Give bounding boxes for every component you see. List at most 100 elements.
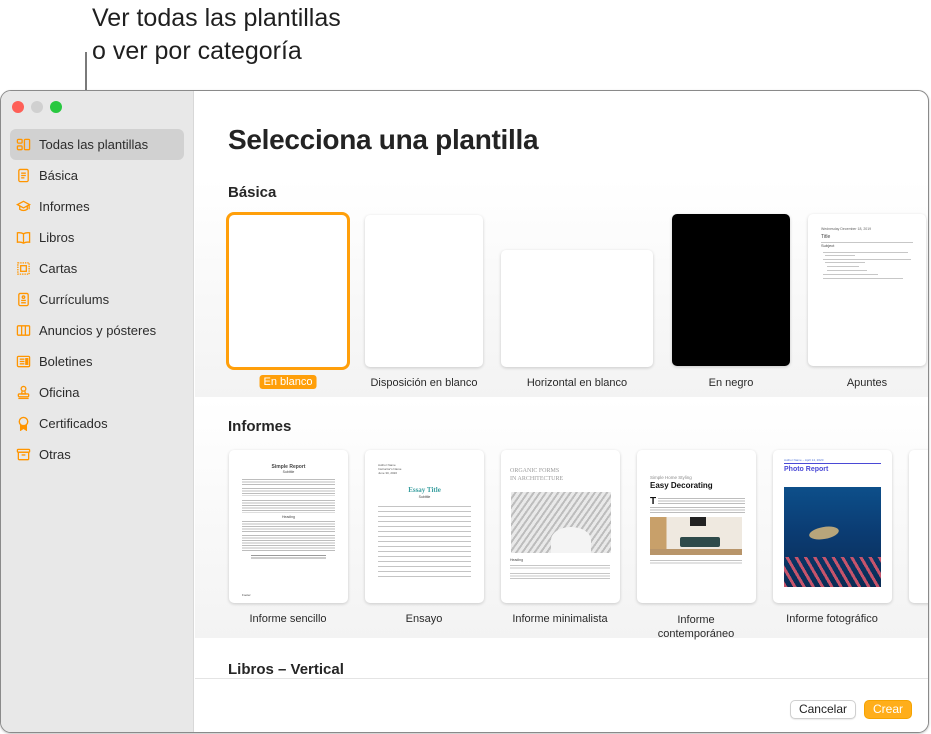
sidebar-item-label: Informes	[39, 199, 90, 214]
preview-title: Easy Decorating	[650, 481, 713, 490]
preview-text-line	[823, 274, 878, 275]
preview-text-line	[827, 270, 867, 271]
cancel-button[interactable]: Cancelar	[789, 700, 856, 719]
newsletter-icon	[15, 354, 31, 370]
preview-turtle	[808, 524, 840, 542]
sidebar: Todas las plantillas Básica Informes Lib…	[1, 91, 194, 732]
preview-paragraph	[650, 507, 745, 514]
preview-kicker: Simple Home Styling	[650, 475, 692, 480]
template-blank-landscape[interactable]	[501, 250, 653, 367]
preview-architecture-image	[511, 492, 611, 553]
sidebar-item-books[interactable]: Libros	[10, 222, 184, 253]
section-title: Básica	[228, 184, 277, 201]
template-minimalist-report[interactable]: ORGANIC FORMS IN ARCHITECTURE Heading	[501, 450, 620, 603]
callout-line-2: o ver por categoría	[92, 37, 302, 65]
minimize-window-button[interactable]	[31, 101, 43, 113]
preview-heading: Heading	[281, 515, 296, 519]
sidebar-item-basic[interactable]: Básica	[10, 160, 184, 191]
sidebar-item-label: Cartas	[39, 261, 78, 276]
preview-quote	[251, 555, 326, 560]
preview-image-detail	[551, 527, 591, 553]
sidebar-item-label: Anuncios y pósteres	[39, 323, 157, 338]
template-notes[interactable]: Wednesday December 18, 2019 Title Subjec…	[808, 214, 926, 366]
office-stamp-icon	[15, 385, 31, 401]
template-label: Horizontal en blanco	[526, 377, 628, 389]
sidebar-item-resumes[interactable]: Currículums	[10, 284, 184, 315]
template-label: Informe minimalista	[512, 613, 608, 625]
template-blank-layout[interactable]	[365, 215, 483, 367]
preview-title-line: IN ARCHITECTURE	[510, 476, 564, 482]
preview-paragraph	[510, 573, 610, 579]
template-label: En negro	[708, 377, 754, 389]
sidebar-item-label: Certificados	[39, 416, 108, 431]
template-label: Disposición en blanco	[370, 377, 478, 389]
stamp-letter-icon	[15, 261, 31, 277]
sidebar-item-certificates[interactable]: Certificados	[10, 408, 184, 439]
template-label: Informe contemporáneo	[657, 614, 735, 640]
template-blank[interactable]	[229, 215, 347, 367]
preview-text-line	[825, 262, 865, 263]
preview-image-sofa	[680, 537, 720, 547]
preview-paragraph	[510, 565, 610, 569]
template-black[interactable]	[672, 214, 790, 366]
preview-byline: Author Name – April 14, 2020	[784, 458, 824, 462]
poster-icon	[15, 323, 31, 339]
sidebar-item-other[interactable]: Otras	[10, 439, 184, 470]
sidebar-item-label: Currículums	[39, 292, 110, 307]
preview-paragraph	[242, 535, 335, 551]
preview-title-line: ORGANIC FORMS	[510, 468, 560, 474]
sidebar-item-label: Otras	[39, 447, 71, 462]
sidebar-item-newsletters[interactable]: Boletines	[10, 346, 184, 377]
section-books-portrait: Libros – Vertical El contenido puede reo…	[195, 647, 928, 681]
preview-image-floor	[650, 549, 742, 555]
preview-ocean-photo	[784, 487, 881, 587]
template-photo-report[interactable]: Author Name – April 14, 2020 Photo Repor…	[773, 450, 892, 603]
sidebar-item-label: Básica	[39, 168, 79, 183]
preview-text-line	[827, 266, 859, 267]
preview-title: Essay Title	[408, 486, 441, 494]
preview-text-line	[823, 259, 911, 260]
sidebar-item-reports[interactable]: Informes	[10, 191, 184, 222]
preview-title: Photo Report	[784, 466, 829, 473]
preview-paragraph	[242, 479, 335, 485]
archive-box-icon	[15, 447, 31, 463]
preview-subtitle: Subtitle	[418, 495, 431, 499]
preview-subtitle: Subtitle	[282, 470, 295, 474]
create-button[interactable]: Crear	[863, 700, 912, 719]
preview-dropcap: T	[650, 496, 657, 507]
sidebar-item-label: Libros	[39, 230, 75, 245]
preview-subject: Subject	[821, 243, 835, 248]
zoom-window-button[interactable]	[50, 101, 62, 113]
callout-line-1: Ver todas las plantillas	[92, 4, 341, 32]
preview-paragraph	[242, 500, 335, 513]
grid-icon	[15, 137, 31, 153]
preview-text-line	[825, 255, 855, 256]
preview-rule	[784, 463, 881, 464]
preview-title: ORGANIC FORMS IN ARCHITECTURE	[510, 467, 563, 483]
template-next-partial[interactable]	[909, 450, 928, 603]
sidebar-item-letters[interactable]: Cartas	[10, 253, 184, 284]
preview-fish	[784, 557, 881, 587]
window-controls	[12, 101, 62, 113]
template-contemporary-report[interactable]: Simple Home Styling Easy Decorating T	[637, 450, 756, 603]
template-essay[interactable]: Author Name Instructor's Name June 30, 2…	[365, 450, 484, 603]
preview-meta-line: June 30, 2020	[378, 471, 398, 475]
sidebar-item-all-templates[interactable]: Todas las plantillas	[10, 129, 184, 160]
sidebar-item-office[interactable]: Oficina	[10, 377, 184, 408]
template-label: En blanco	[259, 375, 317, 389]
preview-living-room-image	[650, 517, 742, 555]
template-simple-report[interactable]: Simple Report Subtitle Heading Footer	[229, 450, 348, 603]
sidebar-item-label: Boletines	[39, 354, 93, 369]
preview-text-line	[823, 252, 908, 253]
close-window-button[interactable]	[12, 101, 24, 113]
preview-paragraph	[242, 521, 335, 532]
preview-footer: Footer	[242, 593, 251, 597]
template-label: Apuntes	[846, 377, 888, 389]
template-chooser-window: Todas las plantillas Básica Informes Lib…	[0, 90, 929, 733]
preview-heading: Heading	[510, 558, 524, 562]
preview-paragraph	[378, 506, 471, 580]
resume-icon	[15, 292, 31, 308]
sidebar-item-posters[interactable]: Anuncios y pósteres	[10, 315, 184, 346]
template-label: Informe sencillo	[249, 613, 327, 625]
template-label: Informe fotográfico	[786, 613, 878, 625]
